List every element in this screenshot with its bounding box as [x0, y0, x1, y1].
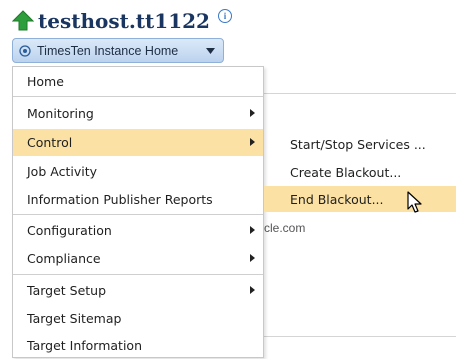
submenu-item-label: Start/Stop Services ... — [290, 136, 426, 152]
menu-separator — [13, 96, 263, 97]
submenu-item-create-blackout[interactable]: Create Blackout... — [264, 159, 456, 185]
submenu-arrow-icon — [250, 109, 255, 117]
up-arrow-icon[interactable] — [12, 10, 34, 32]
menu-item-configuration[interactable]: Configuration — [13, 217, 263, 244]
menu-separator — [13, 274, 263, 275]
target-icon — [19, 44, 31, 57]
menu-item-target-sitemap[interactable]: Target Sitemap — [13, 305, 263, 332]
menu-item-label: Information Publisher Reports — [27, 192, 213, 207]
target-dropdown-menu: Home Monitoring Control Job Activity Inf… — [12, 66, 264, 358]
submenu-arrow-icon — [250, 286, 255, 294]
menu-item-label: Monitoring — [27, 106, 94, 121]
background-divider-bottom — [264, 336, 456, 337]
target-menu-label: TimesTen Instance Home — [37, 43, 179, 58]
info-icon[interactable]: i — [217, 9, 232, 23]
menu-item-job-activity[interactable]: Job Activity — [13, 158, 263, 185]
menu-item-label: Compliance — [27, 251, 101, 266]
submenu-arrow-icon — [250, 226, 255, 234]
menu-item-target-information[interactable]: Target Information — [13, 332, 263, 359]
target-menu-button[interactable]: TimesTen Instance Home — [12, 38, 224, 63]
menu-item-label: Target Setup — [27, 283, 107, 298]
control-submenu: Start/Stop Services ... Create Blackout.… — [264, 128, 456, 218]
menu-item-label: Target Sitemap — [27, 311, 122, 326]
menu-item-home[interactable]: Home — [13, 68, 263, 95]
menu-item-target-setup[interactable]: Target Setup — [13, 277, 263, 304]
menu-item-label: Target Information — [27, 338, 143, 353]
page-title: testhost.tt1122 — [38, 9, 210, 33]
menu-separator — [13, 214, 263, 215]
submenu-item-label: End Blackout... — [290, 191, 384, 207]
submenu-arrow-icon — [250, 138, 255, 146]
background-divider-top — [264, 93, 456, 94]
menu-item-label: Job Activity — [27, 164, 97, 179]
menu-item-label: Home — [27, 74, 64, 89]
submenu-arrow-icon — [250, 254, 255, 262]
page-header: testhost.tt1122 i — [12, 6, 232, 36]
menu-item-monitoring[interactable]: Monitoring — [13, 100, 263, 127]
submenu-item-start-stop-services[interactable]: Start/Stop Services ... — [264, 131, 456, 157]
menu-item-control[interactable]: Control — [13, 129, 263, 156]
menu-item-label: Configuration — [27, 223, 112, 238]
menu-item-information-publisher-reports[interactable]: Information Publisher Reports — [13, 186, 263, 213]
background-partial-text: cle.com — [264, 221, 306, 235]
chevron-down-icon — [206, 47, 215, 54]
menu-item-label: Control — [27, 135, 73, 150]
submenu-item-end-blackout[interactable]: End Blackout... — [264, 186, 456, 212]
submenu-item-label: Create Blackout... — [290, 164, 402, 180]
mouse-pointer-icon — [407, 191, 422, 213]
menu-item-compliance[interactable]: Compliance — [13, 245, 263, 272]
